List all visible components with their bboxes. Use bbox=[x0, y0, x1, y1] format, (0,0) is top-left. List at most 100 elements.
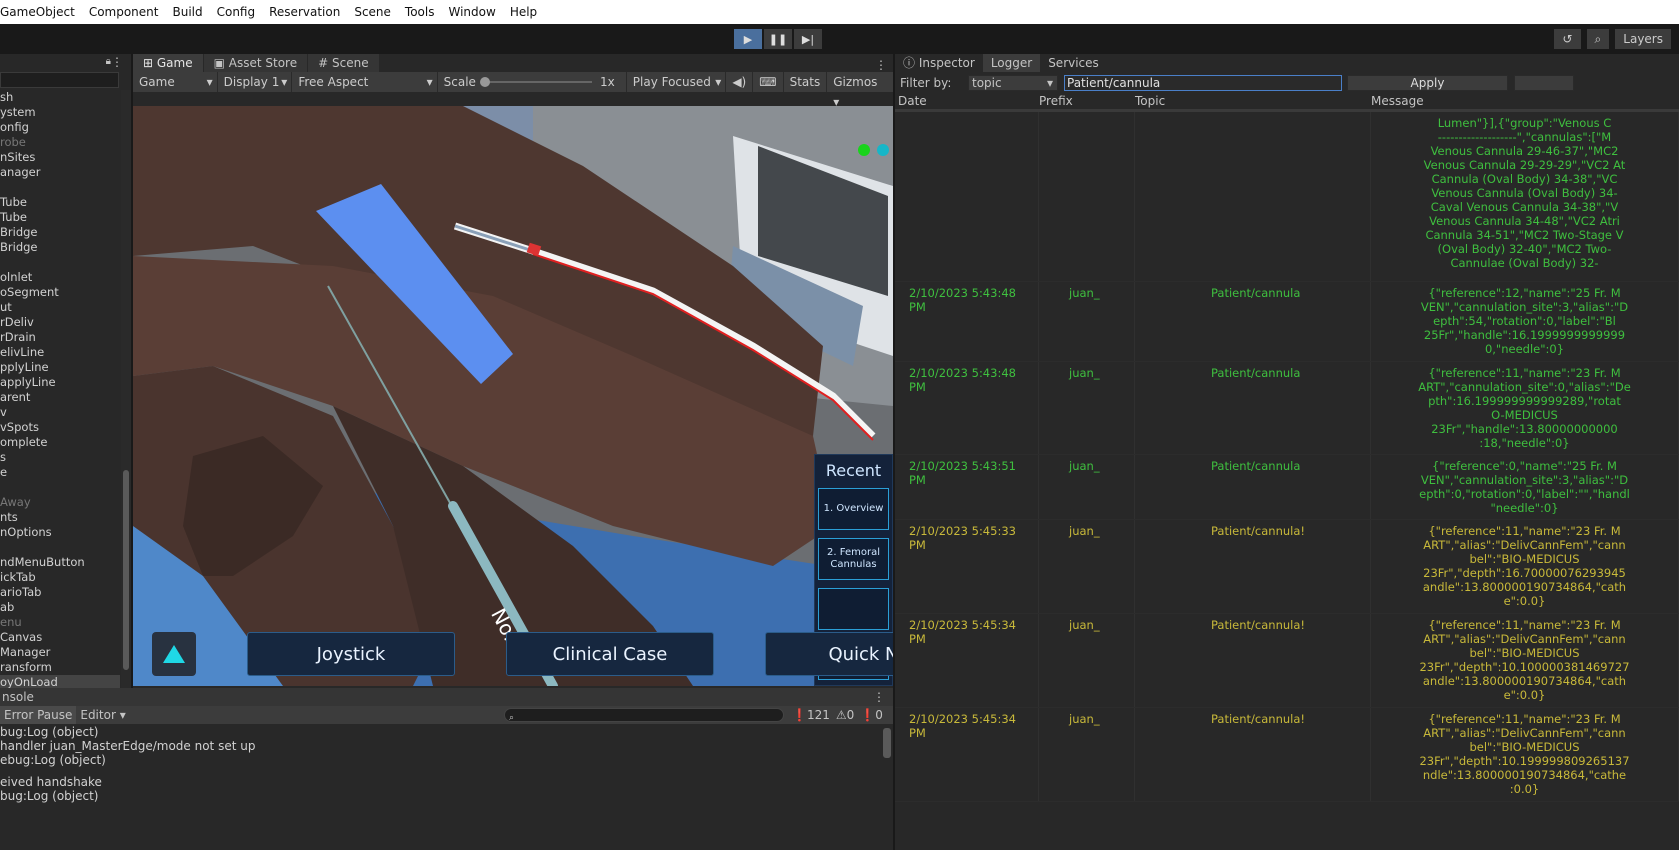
log-row[interactable]: 2/10/2023 5:45:34 PM juan_ Patient/cannula… bbox=[895, 708, 1679, 802]
hierarchy-item[interactable] bbox=[0, 540, 120, 555]
recent-item[interactable]: 2. Femoral Cannulas bbox=[818, 538, 889, 580]
more-icon[interactable]: ⋮ bbox=[873, 688, 885, 706]
warning-count-toggle[interactable]: ⚠0 bbox=[836, 708, 854, 722]
more-icon[interactable]: ⋮ bbox=[111, 55, 123, 69]
pause-button[interactable]: ❚❚ bbox=[764, 29, 792, 49]
console-tab[interactable]: nsole ⋮ bbox=[0, 688, 893, 706]
hierarchy-item[interactable]: Canvas bbox=[0, 630, 120, 645]
log-row[interactable]: 2/10/2023 5:45:34 PM juan_ Patient/cannula… bbox=[895, 614, 1679, 708]
hierarchy-item[interactable]: rDrain bbox=[0, 330, 120, 345]
editor-dropdown[interactable]: Editor ▾ bbox=[76, 708, 129, 722]
log-row[interactable]: 2/10/2023 5:43:51 PM juan_ Patient/cannula… bbox=[895, 455, 1679, 520]
error-pause-button[interactable]: Error Pause bbox=[0, 706, 77, 724]
hierarchy-item[interactable]: oSegment bbox=[0, 285, 120, 300]
hierarchy-item[interactable]: Bridge bbox=[0, 225, 120, 240]
tab-asset-store[interactable]: ▣ Asset Store bbox=[203, 54, 308, 72]
console-line[interactable]: handler juan_MasterEdge/mode not set up bbox=[0, 739, 893, 753]
filter-type-dropdown[interactable]: topic ▾ bbox=[968, 75, 1058, 91]
console-scrollbar[interactable] bbox=[883, 728, 891, 758]
stats-button[interactable]: Stats bbox=[784, 72, 828, 92]
hierarchy-item[interactable] bbox=[0, 255, 120, 270]
more-icon[interactable]: ⋮ bbox=[875, 58, 893, 72]
hierarchy-item[interactable]: nSites bbox=[0, 150, 120, 165]
column-message[interactable]: Message bbox=[1371, 94, 1571, 109]
layers-dropdown[interactable]: Layers bbox=[1615, 29, 1671, 49]
hierarchy-item[interactable]: nts bbox=[0, 510, 120, 525]
hierarchy-item[interactable]: Bridge bbox=[0, 240, 120, 255]
hierarchy-item[interactable]: Manager bbox=[0, 645, 120, 660]
recent-item[interactable] bbox=[818, 588, 889, 630]
menu-item-window[interactable]: Window bbox=[448, 5, 495, 19]
audio-toggle[interactable]: ◀) bbox=[726, 72, 754, 92]
aspect-dropdown[interactable]: Free Aspect ▾ bbox=[292, 72, 438, 92]
error-count-toggle[interactable]: ❗0 bbox=[860, 708, 883, 722]
hierarchy-item[interactable]: ndMenuButton bbox=[0, 555, 120, 570]
hierarchy-item[interactable]: rDeliv bbox=[0, 315, 120, 330]
hierarchy-item[interactable] bbox=[0, 480, 120, 495]
info-count-toggle[interactable]: ❗121 bbox=[792, 708, 830, 722]
display-dropdown[interactable]: Display 1 ▾ bbox=[218, 72, 293, 92]
hierarchy-item[interactable]: ickTab bbox=[0, 570, 120, 585]
menu-item-reservation[interactable]: Reservation bbox=[269, 5, 340, 19]
tab-logger[interactable]: Logger bbox=[982, 54, 1041, 72]
log-row[interactable]: 2/10/2023 5:43:48 PM juan_ Patient/cannula… bbox=[895, 362, 1679, 455]
tab-inspector[interactable]: ⓘ Inspector bbox=[895, 54, 983, 72]
hierarchy-item[interactable] bbox=[0, 180, 120, 195]
scale-slider[interactable]: Scale 1x bbox=[438, 72, 627, 92]
hierarchy-item[interactable]: applyLine bbox=[0, 375, 120, 390]
column-prefix[interactable]: Prefix bbox=[1039, 94, 1135, 109]
play-button[interactable]: ▶ bbox=[734, 29, 762, 49]
hierarchy-scrollbar[interactable] bbox=[121, 90, 131, 690]
menu-item-tools[interactable]: Tools bbox=[405, 5, 435, 19]
hierarchy-item[interactable]: robe bbox=[0, 135, 120, 150]
console-line[interactable]: eived handshake bbox=[0, 775, 893, 789]
menu-item-scene[interactable]: Scene bbox=[354, 5, 391, 19]
hierarchy-item[interactable]: sh bbox=[0, 90, 120, 105]
hierarchy-item[interactable]: elivLine bbox=[0, 345, 120, 360]
nav-button-2[interactable]: Quick Na bbox=[765, 632, 893, 676]
view-dropdown[interactable]: Game ▾ bbox=[133, 72, 218, 92]
hierarchy-item[interactable]: nOptions bbox=[0, 525, 120, 540]
scale-track[interactable] bbox=[479, 77, 592, 87]
secondary-button[interactable] bbox=[1514, 75, 1574, 91]
menu-item-help[interactable]: Help bbox=[510, 5, 537, 19]
menu-item-config[interactable]: Config bbox=[217, 5, 256, 19]
play-mode-dropdown[interactable]: Play Focused ▾ bbox=[627, 72, 727, 92]
nav-button-1[interactable]: Clinical Case bbox=[506, 632, 714, 676]
log-row[interactable]: 2/10/2023 5:45:33 PM juan_ Patient/cannula… bbox=[895, 520, 1679, 614]
hierarchy-item[interactable]: Tube bbox=[0, 210, 120, 225]
hierarchy-item[interactable]: ut bbox=[0, 300, 120, 315]
game-viewport[interactable]: None Recent 1. Overview2. Femoral Cannul… bbox=[133, 106, 893, 686]
nav-button-0[interactable]: Joystick bbox=[247, 632, 455, 676]
gizmos-dropdown[interactable]: Gizmos ▾ bbox=[827, 72, 893, 109]
hierarchy-item[interactable]: Away bbox=[0, 495, 120, 510]
menu-item-build[interactable]: Build bbox=[172, 5, 202, 19]
log-row[interactable]: Lumen"}],{"group":"Venous C ------------… bbox=[895, 112, 1679, 282]
filter-value-input[interactable]: Patient/cannula bbox=[1064, 75, 1342, 91]
log-row[interactable]: 2/10/2023 5:43:48 PM juan_ Patient/cannula… bbox=[895, 282, 1679, 362]
hierarchy-item[interactable]: s bbox=[0, 450, 120, 465]
hierarchy-item[interactable]: ystem bbox=[0, 105, 120, 120]
hierarchy-item[interactable]: vSpots bbox=[0, 420, 120, 435]
menu-item-gameobject[interactable]: GameObject bbox=[0, 5, 75, 19]
tab-scene[interactable]: # Scene bbox=[308, 54, 379, 72]
scale-thumb[interactable] bbox=[479, 77, 490, 87]
tab-services[interactable]: Services bbox=[1040, 54, 1107, 72]
hierarchy-item[interactable]: olnlet bbox=[0, 270, 120, 285]
hierarchy-item[interactable]: omplete bbox=[0, 435, 120, 450]
console-line[interactable]: bug:Log (object) bbox=[0, 725, 893, 739]
hierarchy-item[interactable]: v bbox=[0, 405, 120, 420]
hierarchy-search-input[interactable] bbox=[0, 72, 119, 88]
column-date[interactable]: Date bbox=[895, 94, 1039, 109]
hierarchy-item[interactable]: anager bbox=[0, 165, 120, 180]
hierarchy-item[interactable]: arent bbox=[0, 390, 120, 405]
console-line[interactable]: bug:Log (object) bbox=[0, 789, 893, 803]
column-topic[interactable]: Topic bbox=[1135, 94, 1371, 109]
menu-toggle-button[interactable] bbox=[152, 632, 196, 676]
step-button[interactable]: ▶| bbox=[794, 29, 822, 49]
hierarchy-item[interactable]: arioTab bbox=[0, 585, 120, 600]
hierarchy-item[interactable]: Tube bbox=[0, 195, 120, 210]
console-search-input[interactable]: ⌕ bbox=[504, 708, 784, 723]
apply-button[interactable]: Apply bbox=[1347, 75, 1508, 91]
search-button[interactable]: ⌕ bbox=[1586, 29, 1610, 49]
